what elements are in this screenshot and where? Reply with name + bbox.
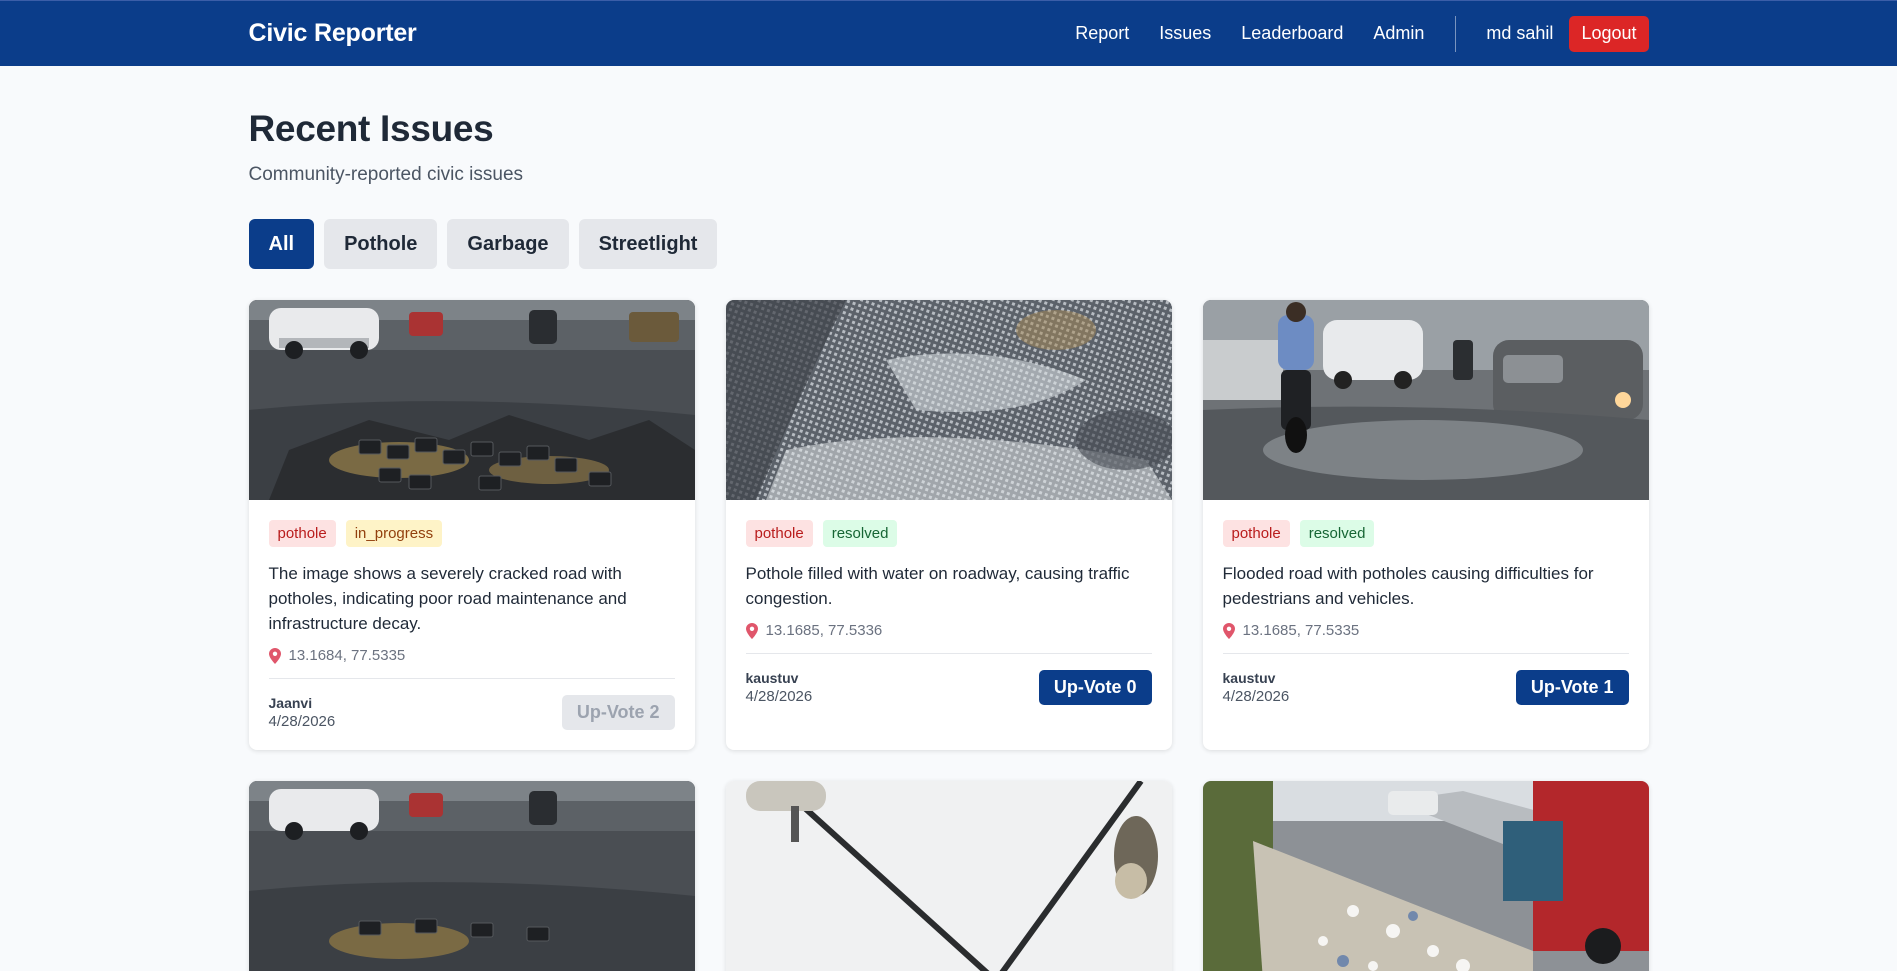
category-filters: All Pothole Garbage Streetlight xyxy=(248,219,1649,269)
report-date: 4/28/2026 xyxy=(1222,688,1290,705)
issue-card-footer: kaustuv 4/28/2026 Up-Vote 1 xyxy=(1222,653,1629,705)
upvote-button[interactable]: Up-Vote 1 xyxy=(1515,670,1629,705)
report-date: 4/28/2026 xyxy=(745,688,813,705)
issue-card-body: pothole resolved Flooded road with potho… xyxy=(1203,500,1649,725)
issue-tags: pothole resolved xyxy=(745,520,1152,547)
page-subtitle: Community-reported civic issues xyxy=(248,164,524,185)
issue-card[interactable] xyxy=(725,781,1172,971)
filter-pothole[interactable]: Pothole xyxy=(324,219,438,269)
navbar-inner: Civic Reporter Report Issues Leaderboard… xyxy=(249,1,1649,66)
status-badge: in_progress xyxy=(345,520,443,547)
filter-streetlight[interactable]: Streetlight xyxy=(578,219,718,269)
reporter-info: Jaanvi 4/28/2026 xyxy=(269,695,336,730)
nav-link-issues[interactable]: Issues xyxy=(1159,23,1211,44)
issue-card[interactable]: pothole in_progress The image shows a se… xyxy=(248,300,695,750)
issue-tags: pothole resolved xyxy=(1222,520,1629,547)
upvote-button[interactable]: Up-Vote 2 xyxy=(561,695,675,730)
reporter-info: kaustuv 4/28/2026 xyxy=(746,670,813,705)
issue-description: Pothole filled with water on roadway, ca… xyxy=(745,564,1130,608)
issue-card[interactable] xyxy=(248,781,695,971)
issue-photo xyxy=(1202,300,1649,500)
issue-photo xyxy=(725,781,1172,971)
nav-link-report[interactable]: Report xyxy=(1075,23,1129,44)
nav-link-leaderboard[interactable]: Leaderboard xyxy=(1241,23,1343,44)
issue-description: The image shows a severely cracked road … xyxy=(268,564,627,633)
reporter-name: Jaanvi xyxy=(268,695,313,711)
issue-photo xyxy=(248,300,695,500)
issues-grid: pothole in_progress The image shows a se… xyxy=(248,300,1649,971)
category-badge: pothole xyxy=(1222,520,1290,547)
filter-all[interactable]: All xyxy=(248,219,315,269)
filter-garbage[interactable]: Garbage xyxy=(447,219,569,269)
issue-card[interactable]: pothole resolved Flooded road with potho… xyxy=(1202,300,1649,750)
status-badge: resolved xyxy=(1299,520,1375,547)
coordinates-text: 13.1685, 77.5336 xyxy=(765,622,883,639)
issue-card-footer: Jaanvi 4/28/2026 Up-Vote 2 xyxy=(268,678,675,730)
coordinates-text: 13.1684, 77.5335 xyxy=(288,647,406,664)
issue-location: 13.1684, 77.5335 xyxy=(268,647,675,664)
category-badge: pothole xyxy=(268,520,336,547)
issue-card-body: pothole resolved Pothole filled with wat… xyxy=(726,500,1172,725)
reporter-name: kaustuv xyxy=(1222,670,1276,686)
logout-button[interactable]: Logout xyxy=(1569,15,1649,52)
category-badge: pothole xyxy=(745,520,813,547)
issue-card[interactable]: pothole resolved Pothole filled with wat… xyxy=(725,300,1172,750)
report-date: 4/28/2026 xyxy=(268,713,336,730)
nav-menu: Report Issues Leaderboard Admin md sahil… xyxy=(1075,15,1649,52)
issue-card-body: pothole in_progress The image shows a se… xyxy=(249,500,695,750)
issue-photo xyxy=(248,781,695,971)
status-badge: resolved xyxy=(822,520,898,547)
issue-tags: pothole in_progress xyxy=(268,520,675,547)
issue-location: 13.1685, 77.5336 xyxy=(745,622,1152,639)
issue-card[interactable] xyxy=(1202,781,1649,971)
page-title: Recent Issues xyxy=(248,108,494,149)
location-pin-icon xyxy=(268,647,281,664)
issue-photo xyxy=(1202,781,1649,971)
issue-photo xyxy=(725,300,1172,500)
brand-logo[interactable]: Civic Reporter xyxy=(249,19,417,48)
issue-location: 13.1685, 77.5335 xyxy=(1222,622,1629,639)
nav-username: md sahil xyxy=(1486,23,1554,43)
nav-link-admin[interactable]: Admin xyxy=(1373,23,1424,44)
location-pin-icon xyxy=(1222,622,1235,639)
main-content: Recent Issues Community-reported civic i… xyxy=(248,66,1649,971)
issue-description: Flooded road with potholes causing diffi… xyxy=(1222,564,1594,608)
reporter-info: kaustuv 4/28/2026 xyxy=(1223,670,1290,705)
coordinates-text: 13.1685, 77.5335 xyxy=(1242,622,1360,639)
location-pin-icon xyxy=(745,622,758,639)
upvote-button[interactable]: Up-Vote 0 xyxy=(1038,670,1152,705)
issue-card-footer: kaustuv 4/28/2026 Up-Vote 0 xyxy=(745,653,1152,705)
reporter-name: kaustuv xyxy=(745,670,799,686)
navbar: Civic Reporter Report Issues Leaderboard… xyxy=(0,0,1897,66)
nav-divider xyxy=(1455,15,1457,52)
